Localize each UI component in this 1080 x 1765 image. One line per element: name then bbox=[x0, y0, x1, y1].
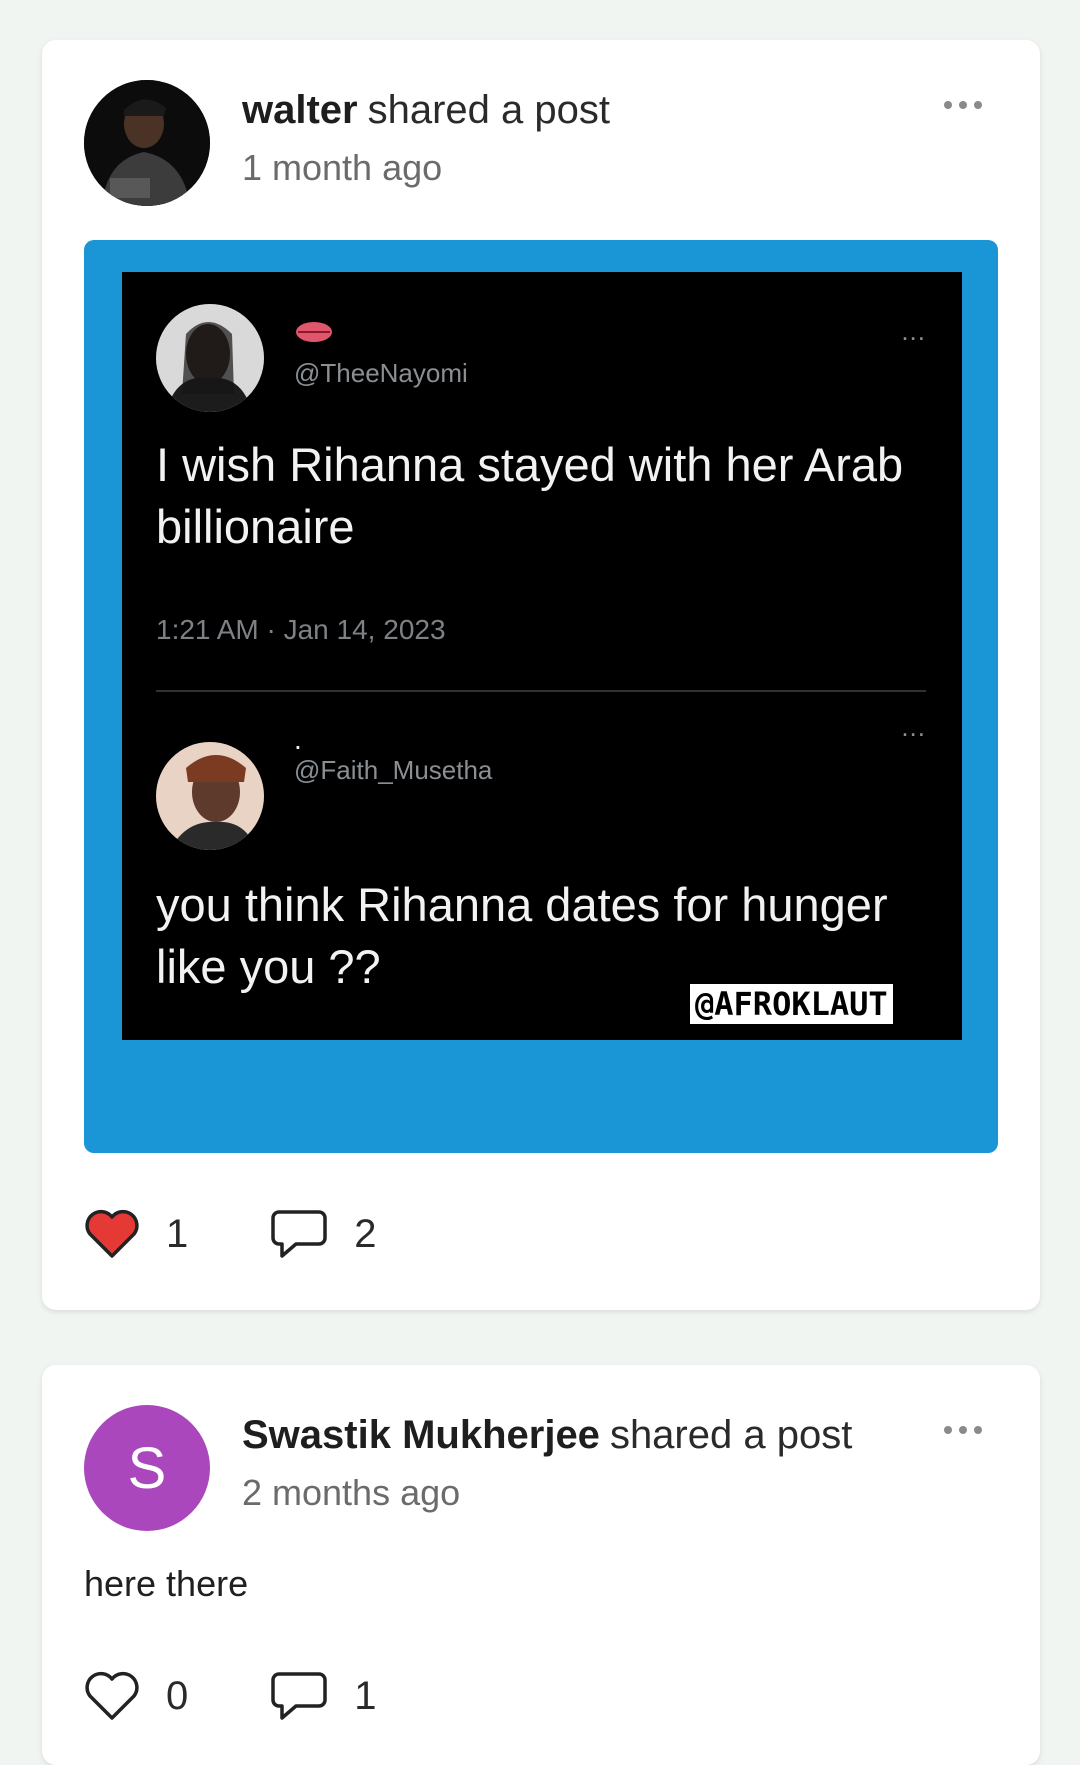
comment-icon bbox=[271, 1210, 327, 1258]
username[interactable]: walter bbox=[242, 88, 358, 132]
post-card: walter shared a post 1 month ago @TheeNay… bbox=[42, 40, 1040, 1310]
tweet-more-icon: ... bbox=[901, 316, 926, 346]
like-button[interactable]: 1 bbox=[84, 1209, 188, 1259]
comment-button[interactable]: 2 bbox=[270, 1208, 377, 1260]
avatar-photo bbox=[84, 80, 210, 206]
tweet-name: . bbox=[294, 724, 302, 755]
tweet-more-icon: ... bbox=[901, 712, 926, 742]
tweet-divider bbox=[156, 690, 926, 692]
post-body: here there bbox=[84, 1563, 249, 1604]
post-action-text: shared a post bbox=[609, 1413, 853, 1457]
comment-icon bbox=[271, 1672, 327, 1720]
user-avatar[interactable] bbox=[84, 80, 210, 206]
post-timestamp: 2 months ago bbox=[242, 1472, 461, 1513]
watermark: @AFROKLAUT bbox=[688, 982, 895, 1026]
tweet-handle: @Faith_Musetha bbox=[294, 755, 493, 785]
tweet-screenshot: @TheeNayomi ... I wish Rihanna stayed wi… bbox=[122, 272, 962, 1040]
like-count: 1 bbox=[166, 1211, 189, 1256]
post-header: Swastik Mukherjee shared a post 2 months … bbox=[242, 1413, 852, 1514]
username[interactable]: Swastik Mukherjee bbox=[242, 1413, 600, 1457]
post-image[interactable]: @TheeNayomi ... I wish Rihanna stayed wi… bbox=[84, 240, 998, 1153]
more-options-icon[interactable] bbox=[944, 95, 990, 115]
lips-icon bbox=[296, 322, 332, 342]
post-header: walter shared a post 1 month ago bbox=[242, 88, 610, 189]
post-timestamp: 1 month ago bbox=[242, 147, 443, 188]
tweet-handle: @TheeNayomi bbox=[294, 358, 468, 388]
comment-button[interactable]: 1 bbox=[270, 1670, 377, 1722]
user-avatar[interactable]: S bbox=[84, 1405, 210, 1531]
tweet-avatar bbox=[156, 742, 264, 850]
heart-icon bbox=[85, 1209, 139, 1258]
tweet-text: I wish Rihanna stayed with her Arab bill… bbox=[156, 438, 904, 553]
post-actions: 0 1 bbox=[84, 1670, 459, 1722]
comment-count: 2 bbox=[354, 1211, 377, 1256]
like-button[interactable]: 0 bbox=[84, 1671, 188, 1721]
post-actions: 1 2 bbox=[84, 1208, 459, 1260]
more-options-icon[interactable] bbox=[944, 1420, 990, 1440]
tweet-avatar bbox=[156, 304, 264, 412]
comment-count: 1 bbox=[354, 1673, 377, 1718]
post-action-text: shared a post bbox=[367, 88, 610, 132]
tweet-date: 1:21 AM · Jan 14, 2023 bbox=[156, 614, 446, 645]
heart-icon bbox=[85, 1671, 139, 1720]
tweet-text: you think Rihanna dates for hunger like … bbox=[156, 878, 888, 993]
like-count: 0 bbox=[166, 1673, 189, 1718]
post-card: S Swastik Mukherjee shared a post 2 month… bbox=[42, 1365, 1040, 1765]
